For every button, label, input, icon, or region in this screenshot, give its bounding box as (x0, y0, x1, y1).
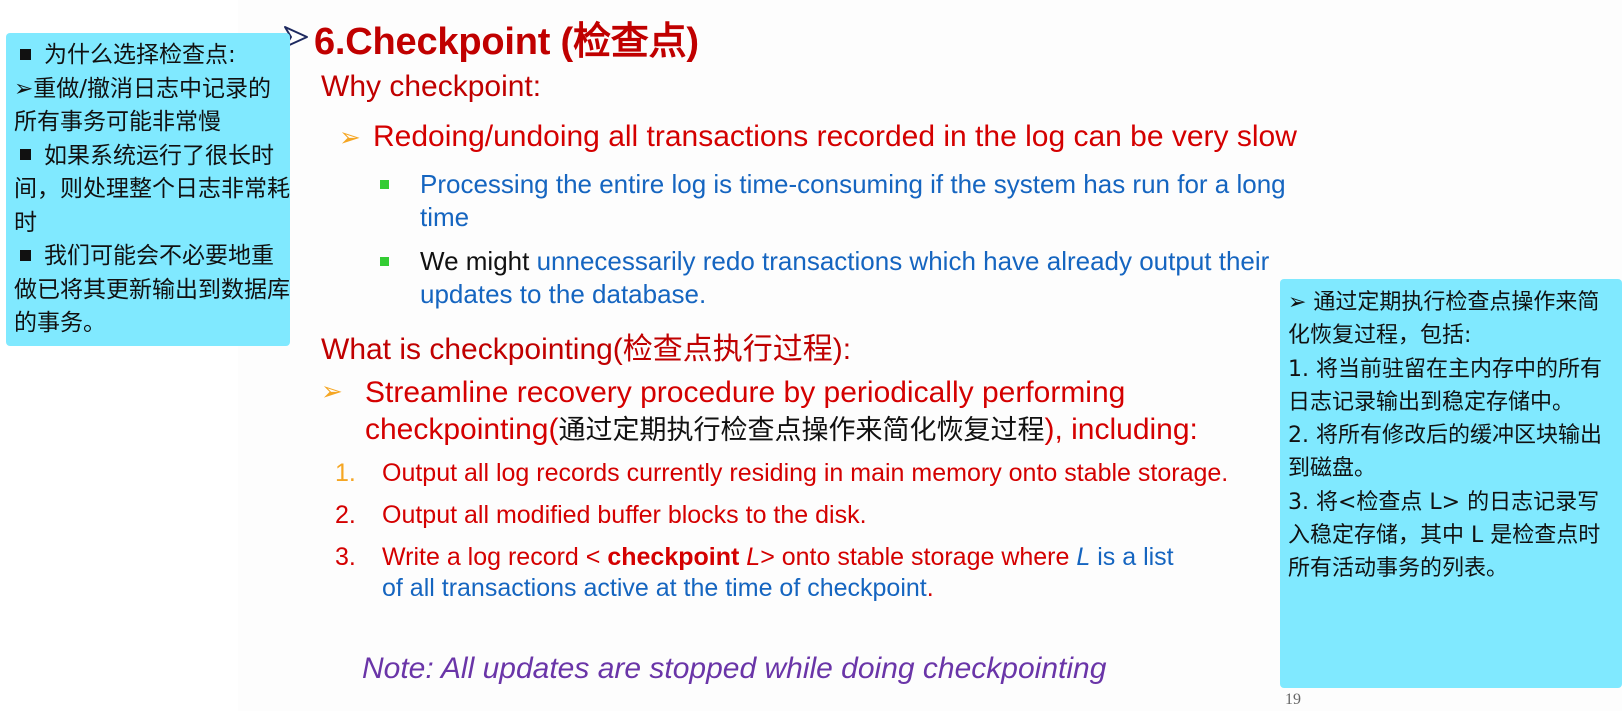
subbullet-processing-log: Processing the entire log is time-consum… (380, 168, 1340, 234)
bullet-text: Redoing/undoing all transactions recorde… (373, 120, 1297, 153)
item3-keyword-checkpoint: checkpoint (607, 543, 740, 571)
green-square-bullet-icon (380, 180, 389, 189)
right-note-line: 1. 将当前驻留在主内存中的所有日志记录输出到稳定存储中。 (1288, 356, 1602, 415)
numbered-item-3: 3. Write a log record < checkpoint L> on… (335, 542, 1195, 604)
heading-what-is-checkpointing: What is checkpointing(检查点执行过程): (321, 333, 852, 366)
item-text: Output all log records currently residin… (382, 459, 1229, 487)
left-note-text: 我们可能会不必要地重做已将其更新输出到数据库的事务。 (14, 243, 290, 336)
left-note-line: 我们可能会不必要地重做已将其更新输出到数据库的事务。 (14, 240, 290, 341)
right-note-line: 2. 将所有修改后的缓冲区块输出到磁盘。 (1288, 423, 1602, 482)
item-text: Write a log record < checkpoint L> onto … (382, 542, 1195, 604)
left-note-line: 如果系统运行了很长时间，则处理整个日志非常耗时 (14, 140, 290, 241)
black-square-bullet-icon (20, 48, 31, 60)
left-translation-note: 为什么选择检查点: ➢重做/撤消日志中记录的所有事务可能非常慢 如果系统运行了很… (6, 33, 290, 346)
subbullet-text: Processing the entire log is time-consum… (420, 169, 1286, 232)
item3-var-l-blue: L (1076, 543, 1091, 571)
numbered-item-1: 1. Output all log records currently resi… (335, 458, 1228, 489)
heading-why-checkpoint: Why checkpoint: (321, 70, 542, 103)
left-note-line: ➢重做/撤消日志中记录的所有事务可能非常慢 (14, 75, 272, 136)
item-text: Output all modified buffer blocks to the… (382, 501, 867, 529)
right-note-line: 3. 将<检查点 L> 的日志记录写入稳定存储，其中 L 是检查点时所有活动事务… (1288, 489, 1601, 582)
bullet-redo-undo-slow: ➢ Redoing/undoing all transactions recor… (339, 120, 1297, 154)
title-row: 6.Checkpoint (检查点) (282, 12, 699, 63)
black-square-bullet-icon (20, 249, 31, 261)
note-updates-stopped: Note: All updates are stopped while doin… (362, 652, 1107, 685)
item3-part: > onto stable storage where (760, 543, 1077, 571)
bullet-text-chinese: 通过定期执行检查点操作来简化恢复过程 (558, 415, 1045, 445)
item-number: 2. (335, 501, 356, 529)
item3-part: Write a log record < (382, 543, 608, 571)
arrowhead-icon: ➢ (321, 376, 343, 406)
item3-var-l: L (739, 543, 761, 571)
left-note-text: 为什么选择检查点: (44, 42, 236, 68)
black-square-bullet-icon (20, 149, 31, 160)
bullet-streamline-recovery: ➢ Streamline recovery procedure by perio… (321, 374, 1271, 449)
right-note-line: ➢ 通过定期执行检查点操作来简化恢复过程，包括: (1288, 290, 1600, 349)
arrowhead-icon: ➢ (339, 122, 361, 152)
right-translation-note: ➢ 通过定期执行检查点操作来简化恢复过程，包括: 1. 将当前驻留在主内存中的所… (1280, 279, 1622, 688)
bullet-text-part-c: ), including: (1044, 413, 1198, 446)
left-note-line: 为什么选择检查点: (14, 39, 290, 73)
subbullet-lead: We might (420, 246, 530, 276)
item-number: 1. (335, 459, 356, 487)
green-square-bullet-icon (380, 257, 389, 266)
numbered-item-2: 2. Output all modified buffer blocks to … (335, 500, 867, 531)
page-number: 19 (1285, 691, 1301, 708)
bullet-text: Streamline recovery procedure by periodi… (365, 374, 1271, 449)
item3-period: . (926, 574, 934, 602)
slide-title: 6.Checkpoint (检查点) (314, 20, 699, 63)
left-note-text: 如果系统运行了很长时间，则处理整个日志非常耗时 (14, 142, 290, 236)
subbullet-rest: unnecessarily redo transactions which ha… (420, 246, 1270, 309)
item-number: 3. (335, 543, 356, 571)
subbullet-unnecessary-redo: We might unnecessarily redo transactions… (380, 245, 1280, 311)
subbullet-text: We might unnecessarily redo transactions… (420, 245, 1280, 311)
